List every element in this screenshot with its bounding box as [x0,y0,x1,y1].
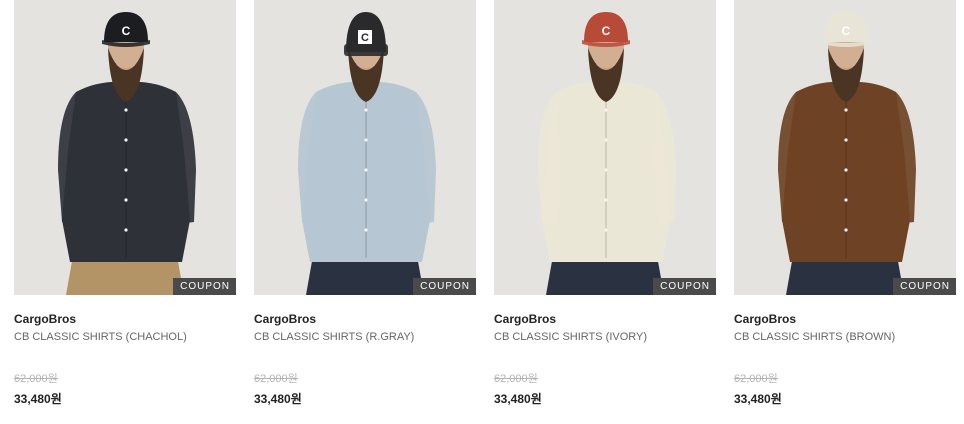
product-image[interactable]: C COUPON [734,0,956,295]
product-name[interactable]: CB CLASSIC SHIRTS (IVORY) [494,330,716,344]
coupon-badge: COUPON [413,278,476,295]
original-price: 62,000원 [734,373,778,385]
svg-text:C: C [361,32,369,44]
sale-price: 33,480원 [254,392,302,406]
original-price: 62,000원 [494,373,538,385]
product-brand[interactable]: CargoBros [734,312,956,326]
product-image[interactable]: C COUPON [14,0,236,295]
product-name[interactable]: CB CLASSIC SHIRTS (BROWN) [734,330,956,344]
product-card[interactable]: C COUPON CargoBros CB CLASSIC SHIRTS (IV… [494,0,716,406]
original-price: 62,000원 [254,373,298,385]
sale-price: 33,480원 [14,392,62,406]
product-grid: C COUPON CargoBros CB CLASSIC SHIRTS (CH… [14,0,956,406]
product-image[interactable]: C COUPON [494,0,716,295]
coupon-badge: COUPON [653,278,716,295]
original-price: 62,000원 [14,373,58,385]
hat-logo: C [842,24,851,38]
sale-price: 33,480원 [734,392,782,406]
coupon-badge: COUPON [893,278,956,295]
coupon-badge: COUPON [173,278,236,295]
product-image[interactable]: C COUPON [254,0,476,295]
product-name[interactable]: CB CLASSIC SHIRTS (CHACHOL) [14,330,236,344]
product-brand[interactable]: CargoBros [494,312,716,326]
product-name[interactable]: CB CLASSIC SHIRTS (R.GRAY) [254,330,476,344]
product-card[interactable]: C COUPON CargoBros CB CLASSIC SHIRTS (BR… [734,0,956,406]
product-brand[interactable]: CargoBros [254,312,476,326]
hat-logo: C [602,24,611,38]
hat-logo: C [122,24,131,38]
product-card[interactable]: C COUPON CargoBros CB CLASSIC SHIRTS (CH… [14,0,236,406]
product-card[interactable]: C COUPON CargoBros CB CLASSIC SHIRTS (R.… [254,0,476,406]
sale-price: 33,480원 [494,392,542,406]
product-brand[interactable]: CargoBros [14,312,236,326]
